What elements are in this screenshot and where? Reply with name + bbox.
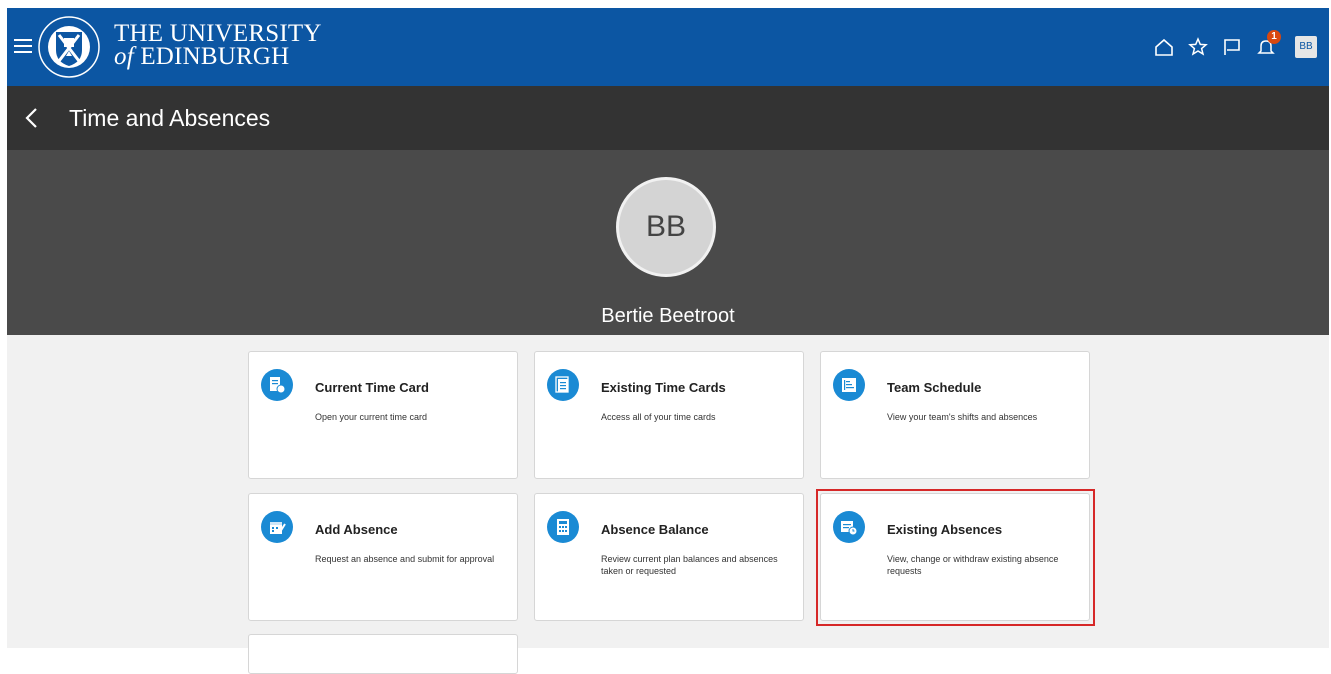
schedule-icon: [833, 369, 865, 401]
tile-absence-balance[interactable]: Absence Balance Review current plan bala…: [534, 493, 804, 621]
favorites-star-icon[interactable]: [1187, 36, 1209, 58]
add-absence-icon: [261, 511, 293, 543]
page-title: Time and Absences: [69, 105, 271, 131]
time-cards-icon: [547, 369, 579, 401]
tile-current-time-card[interactable]: Current Time Card Open your current time…: [248, 351, 518, 479]
time-card-icon: [261, 369, 293, 401]
tile-description: Review current plan balances and absence…: [601, 554, 778, 576]
tile-title: Existing Time Cards: [601, 380, 726, 395]
tile-title: Current Time Card: [315, 380, 429, 395]
profile-banner: BB Bertie Beetroot: [7, 150, 1329, 335]
tile-team-schedule[interactable]: Team Schedule View your team's shifts an…: [820, 351, 1090, 479]
profile-name: Bertie Beetroot: [601, 305, 735, 327]
highlight-box: [816, 489, 1095, 626]
back-chevron-icon[interactable]: [21, 106, 43, 130]
tile-description: Open your current time card: [315, 412, 428, 422]
university-name[interactable]: THE UNIVERSITY of EDINBURGH: [114, 21, 322, 70]
user-avatar-button[interactable]: BB: [1295, 36, 1317, 58]
profile-avatar: BB: [616, 177, 716, 277]
notification-count-badge: 1: [1267, 30, 1281, 44]
university-crest-logo[interactable]: [38, 16, 100, 78]
global-header: THE UNIVERSITY of EDINBURGH 1 BB: [7, 8, 1329, 86]
tile-description: View your team's shifts and absences: [887, 412, 1038, 422]
tile-description: Request an absence and submit for approv…: [315, 554, 495, 564]
tile-title: Team Schedule: [887, 380, 982, 395]
tile-title: Add Absence: [315, 522, 398, 537]
notifications-bell-icon[interactable]: 1: [1255, 30, 1281, 58]
top-cropped-caption: [0, 0, 1331, 8]
home-icon[interactable]: [1153, 36, 1175, 58]
tile-existing-time-cards[interactable]: Existing Time Cards Access all of your t…: [534, 351, 804, 479]
page-titlebar: Time and Absences: [7, 86, 1329, 150]
calculator-icon: [547, 511, 579, 543]
tile-description: Access all of your time cards: [601, 412, 716, 422]
header-actions: 1 BB: [1153, 30, 1329, 62]
watchlist-flag-icon[interactable]: [1221, 36, 1243, 58]
tile-partial[interactable]: [248, 634, 518, 674]
tile-title: Absence Balance: [601, 522, 709, 537]
tile-add-absence[interactable]: Add Absence Request an absence and submi…: [248, 493, 518, 621]
university-name-line2: of EDINBURGH: [114, 43, 290, 70]
menu-icon[interactable]: [14, 39, 32, 53]
